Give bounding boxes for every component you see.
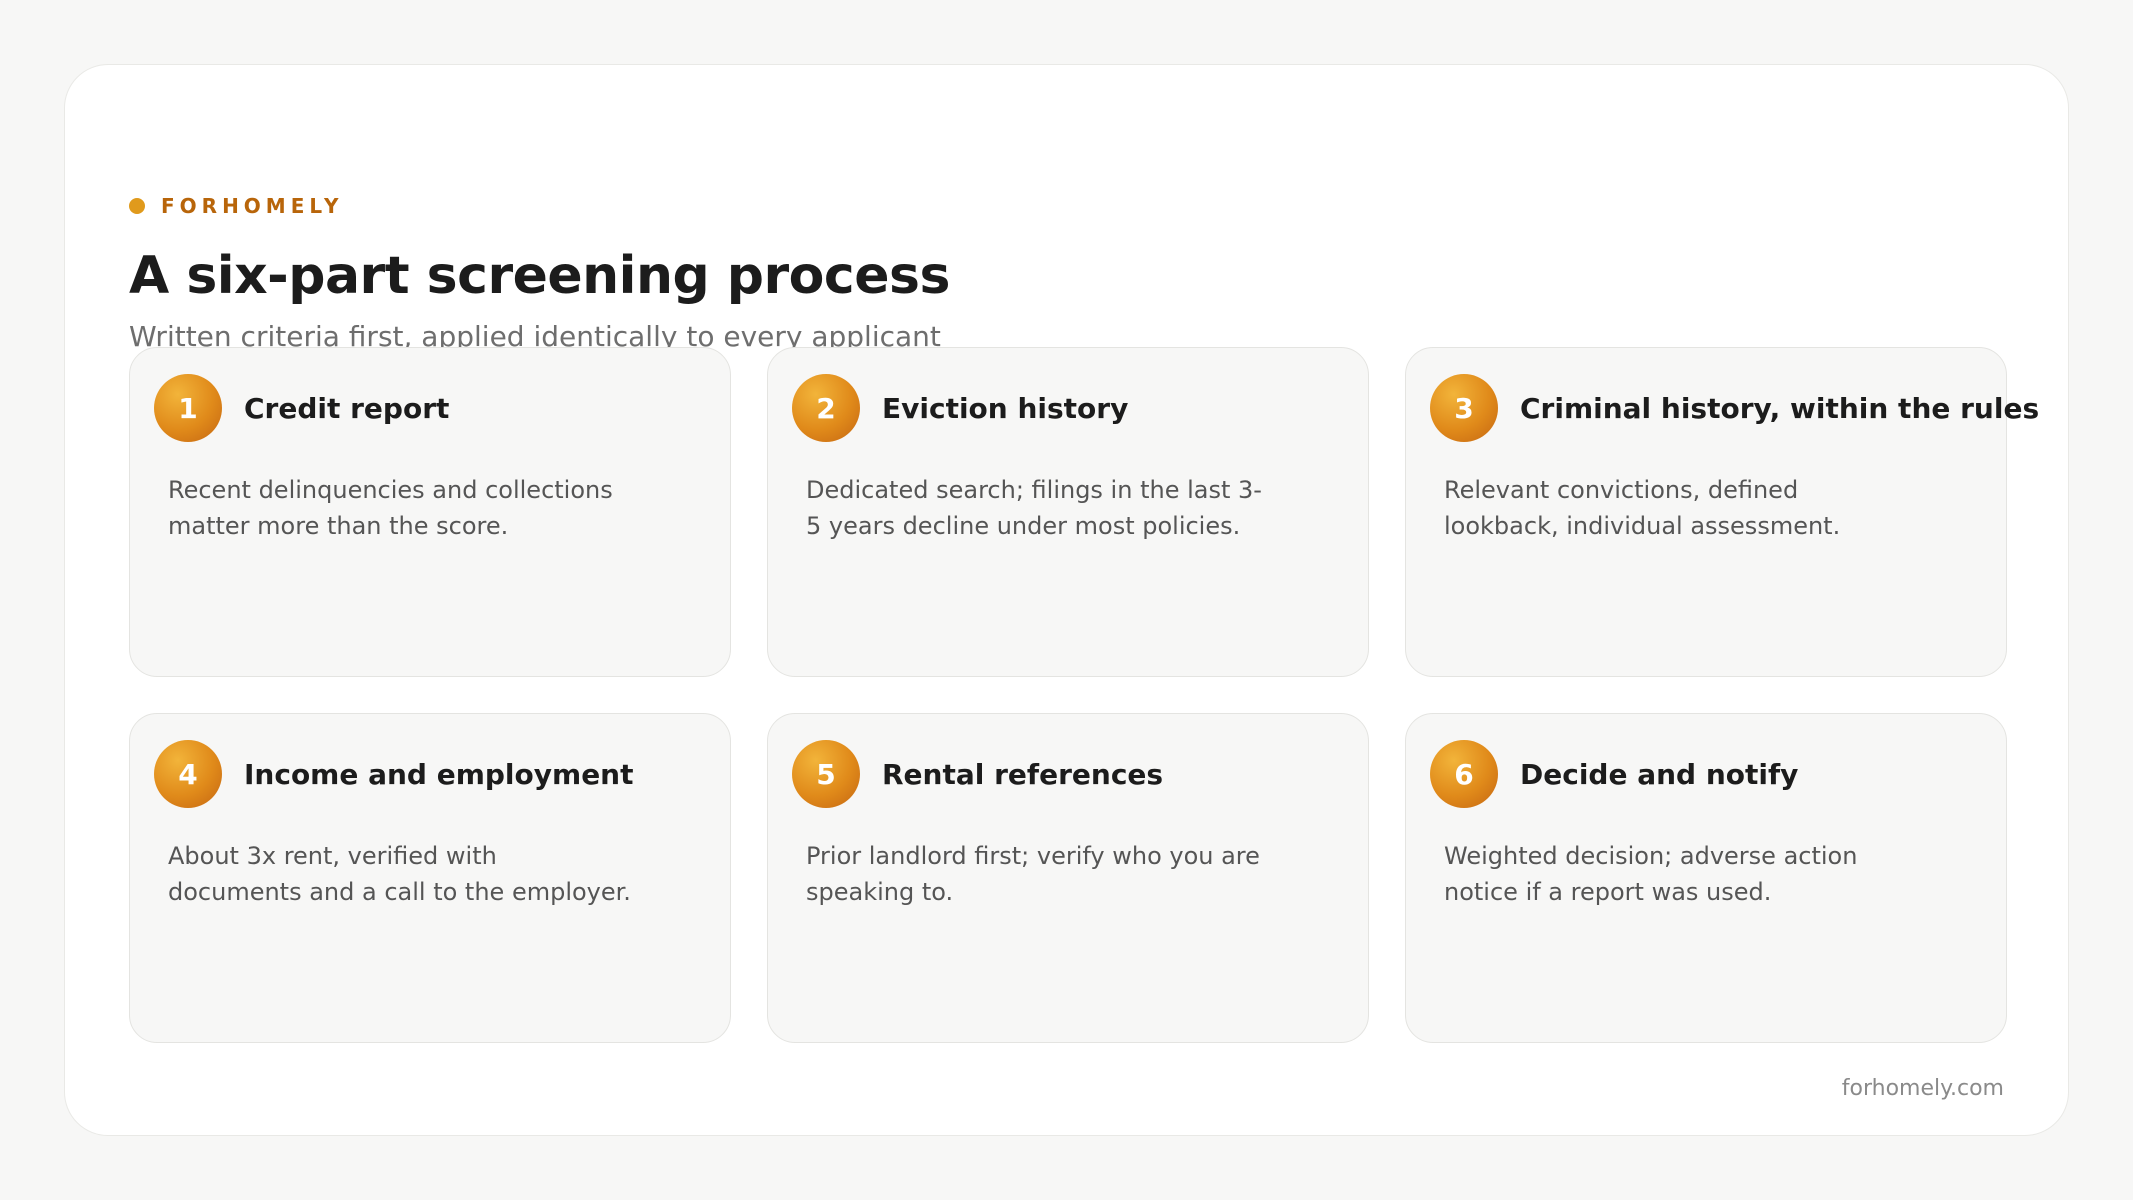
step-header: 6 Decide and notify [1430,740,1798,808]
step-description: Weighted decision; adverse action notice… [1444,842,1858,906]
step-number-badge: 1 [154,374,222,442]
step-number-badge: 6 [1430,740,1498,808]
step-description: Relevant convictions, defined lookback, … [1444,476,1841,540]
step-title: Rental references [882,757,1164,791]
step-card-6: 6 Decide and notify Weighted decision; a… [1405,713,2007,1043]
step-card-3: 3 Criminal history, within the rules Rel… [1405,347,2039,677]
step-description: About 3x rent, verified with documents a… [168,842,631,906]
step-description: Dedicated search; filings in the last 3-… [806,476,1262,540]
step-description: Prior landlord first; verify who you are… [806,842,1260,906]
step-number-badge: 3 [1430,374,1498,442]
step-number-badge: 4 [154,740,222,808]
footer-site-link[interactable]: forhomely.com [1842,1076,2004,1101]
page-title: A six-part screening process [129,246,950,306]
brand-name: FORHOMELY [161,194,344,218]
step-header: 3 Criminal history, within the rules [1430,374,2039,442]
step-title: Income and employment [244,757,634,791]
step-card-4: 4 Income and employment About 3x rent, v… [129,713,731,1043]
step-header: 1 Credit report [154,374,449,442]
step-title: Decide and notify [1520,757,1799,791]
step-title: Credit report [244,391,450,425]
step-header: 5 Rental references [792,740,1163,808]
step-number-badge: 5 [792,740,860,808]
step-header: 4 Income and employment [154,740,634,808]
step-card-5: 5 Rental references Prior landlord first… [767,713,1369,1043]
step-card-2: 2 Eviction history Dedicated search; fil… [767,347,1369,677]
step-description: Recent delinquencies and collections mat… [168,476,613,540]
step-title: Eviction history [882,391,1129,425]
step-card-1: 1 Credit report Recent delinquencies and… [129,347,731,677]
step-number-badge: 2 [792,374,860,442]
step-header: 2 Eviction history [792,374,1128,442]
brand: FORHOMELY [129,193,343,219]
brand-dot-icon [129,198,145,214]
slide-panel: FORHOMELY A six-part screening process W… [64,64,2069,1136]
step-title: Criminal history, within the rules [1520,391,2040,425]
steps-grid: 1 Credit report Recent delinquencies and… [129,347,2039,1043]
